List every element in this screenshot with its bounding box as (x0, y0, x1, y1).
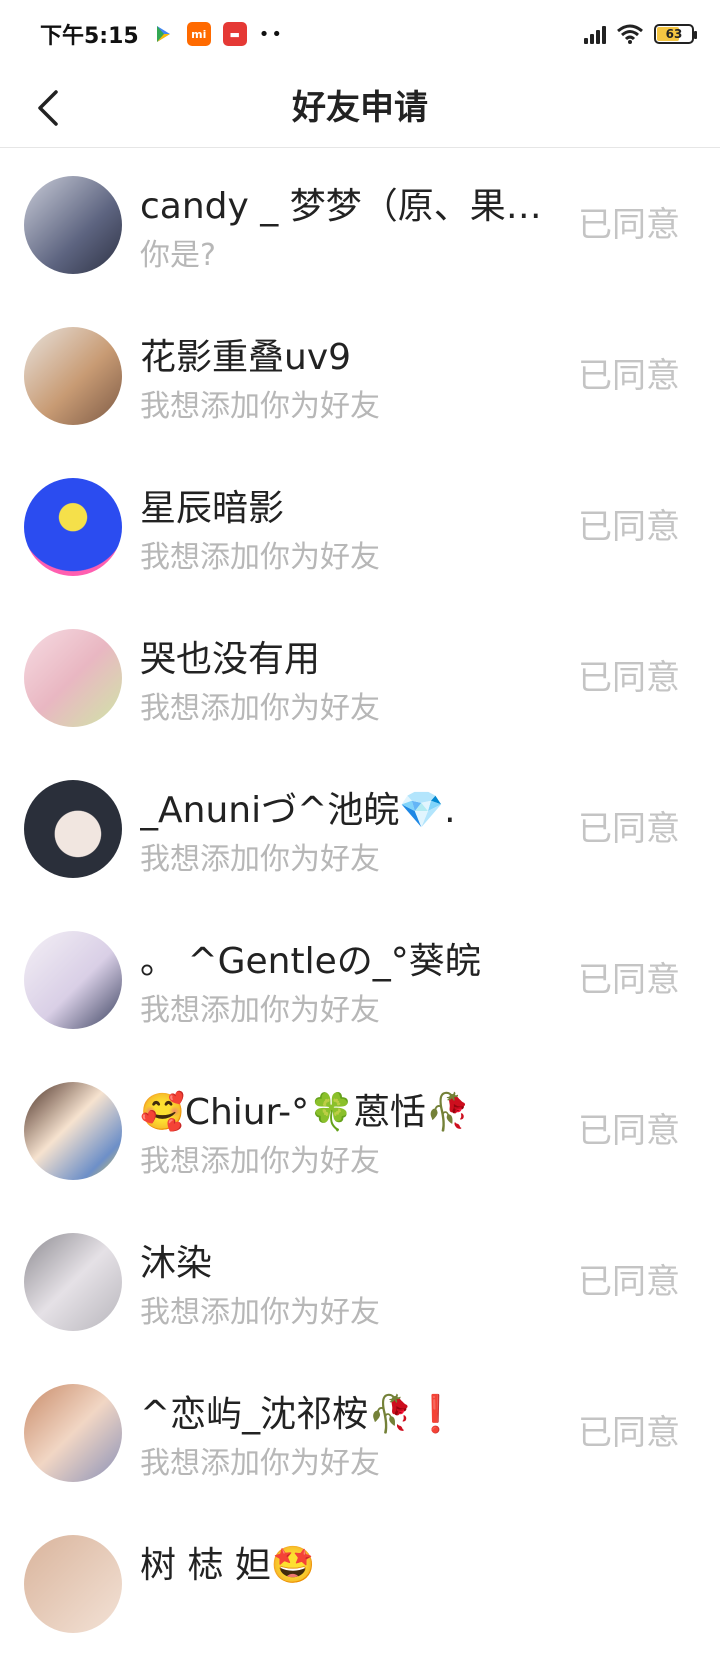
friend-request-item[interactable]: 哭也没有用 我想添加你为好友 已同意 (0, 601, 720, 752)
friend-request-item[interactable]: candy _ 梦梦（原、果… 你是? 已同意 (0, 148, 720, 299)
status-bar: 下午5:15 mi ▬ •• 63 (0, 0, 720, 68)
friend-request-list: candy _ 梦梦（原、果… 你是? 已同意 花影重叠uv9 我想添加你为好友… (0, 148, 720, 1658)
request-status: 已同意 (578, 1413, 680, 1453)
friend-request-item[interactable]: _Anuniづ^池皖💎. 我想添加你为好友 已同意 (0, 752, 720, 903)
friend-request-item[interactable]: ^恋屿_沈祁桉🥀❗ 我想添加你为好友 已同意 (0, 1356, 720, 1507)
avatar[interactable] (24, 780, 122, 878)
battery-icon: 63 (654, 24, 697, 44)
request-status: 已同意 (578, 809, 680, 849)
avatar[interactable] (24, 1384, 122, 1482)
friend-request-item[interactable]: 树 梽 妲🤩 (0, 1507, 720, 1658)
avatar[interactable] (24, 478, 122, 576)
request-message: 我想添加你为好友 (140, 1295, 380, 1330)
request-message: 我想添加你为好友 (140, 1144, 380, 1179)
request-message: 我想添加你为好友 (140, 691, 380, 726)
friend-request-item[interactable]: 🥰Chiur-°🍀蒽恬🥀 我想添加你为好友 已同意 (0, 1054, 720, 1205)
avatar[interactable] (24, 629, 122, 727)
avatar[interactable] (24, 1082, 122, 1180)
request-message: 我想添加你为好友 (140, 993, 380, 1028)
status-right: 63 (584, 23, 697, 45)
friend-request-item[interactable]: 花影重叠uv9 我想添加你为好友 已同意 (0, 299, 720, 450)
avatar[interactable] (24, 931, 122, 1029)
avatar[interactable] (24, 1535, 122, 1633)
friend-name: _Anuniづ^池皖💎. (140, 790, 456, 831)
request-status: 已同意 (578, 1111, 680, 1151)
friend-name: 树 梽 妲🤩 (140, 1545, 316, 1586)
friend-name: ^恋屿_沈祁桉🥀❗ (140, 1394, 458, 1435)
friend-name: 哭也没有用 (140, 639, 321, 680)
request-message: 我想添加你为好友 (140, 540, 380, 575)
signal-icon (584, 24, 606, 44)
red-app-icon: ▬ (222, 22, 247, 46)
mi-app-icon: mi (186, 22, 211, 46)
wifi-icon (617, 24, 643, 44)
request-status: 已同意 (578, 960, 680, 1000)
status-left: 下午5:15 mi ▬ •• (40, 18, 284, 50)
request-message: 你是? (140, 238, 216, 273)
request-message: 我想添加你为好友 (140, 842, 380, 877)
request-status: 已同意 (578, 658, 680, 698)
friend-name: 🥰Chiur-°🍀蒽恬🥀 (140, 1092, 471, 1133)
request-status: 已同意 (578, 356, 680, 396)
avatar[interactable] (24, 1233, 122, 1331)
friend-name: candy _ 梦梦（原、果… (140, 186, 542, 227)
friend-name: 花影重叠uv9 (140, 337, 352, 378)
request-message: 我想添加你为好友 (140, 1446, 380, 1481)
friend-request-item[interactable]: 星辰暗影 我想添加你为好友 已同意 (0, 450, 720, 601)
status-time: 下午5:15 (40, 24, 139, 49)
friend-name: 沐染 (140, 1243, 213, 1284)
avatar[interactable] (24, 176, 122, 274)
friend-name: 星辰暗影 (140, 488, 285, 529)
request-message: 我想添加你为好友 (140, 389, 380, 424)
friend-request-item[interactable]: 沐染 我想添加你为好友 已同意 (0, 1205, 720, 1356)
friend-request-item[interactable]: 。 ^Gentleの_°葵皖 我想添加你为好友 已同意 (0, 903, 720, 1054)
request-status: 已同意 (578, 1262, 680, 1302)
nav-bar: 好友申请 (0, 68, 720, 148)
page-title: 好友申请 (292, 88, 428, 128)
avatar[interactable] (24, 327, 122, 425)
battery-level: 63 (665, 27, 683, 41)
play-store-icon (150, 22, 175, 46)
request-status: 已同意 (578, 507, 680, 547)
more-notifications-icon: •• (258, 23, 284, 45)
friend-name: 。 ^Gentleの_°葵皖 (140, 941, 481, 982)
request-status: 已同意 (578, 205, 680, 245)
